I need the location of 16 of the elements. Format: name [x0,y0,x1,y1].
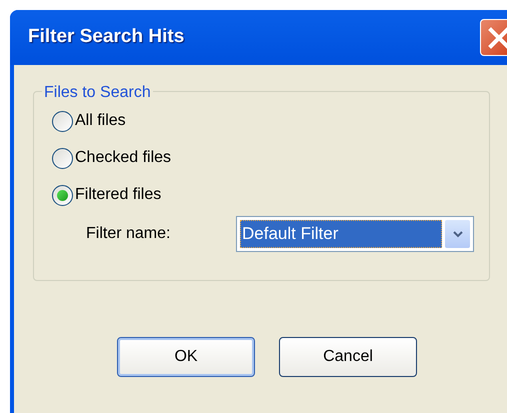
filter-dropdown[interactable]: Default Filter [236,216,474,252]
close-icon [486,26,507,50]
dropdown-arrow-button[interactable] [445,220,470,248]
radio-option[interactable]: Checked files [52,147,489,169]
radio-button[interactable] [52,148,73,168]
radio-option[interactable]: All files [52,110,489,132]
caret-icon [452,230,462,238]
dropdown-value: Default Filter [240,220,442,248]
radio-option[interactable]: Filtered files [52,184,489,206]
window-title: Filter Search Hits [28,25,184,50]
dialog-button[interactable]: OK [117,337,255,377]
radio-button[interactable] [52,184,73,206]
close-button[interactable] [480,19,507,56]
filter-name-label: Filter name: [86,224,172,244]
radio-button[interactable] [52,110,73,132]
dialog-button[interactable]: Cancel [279,337,417,377]
